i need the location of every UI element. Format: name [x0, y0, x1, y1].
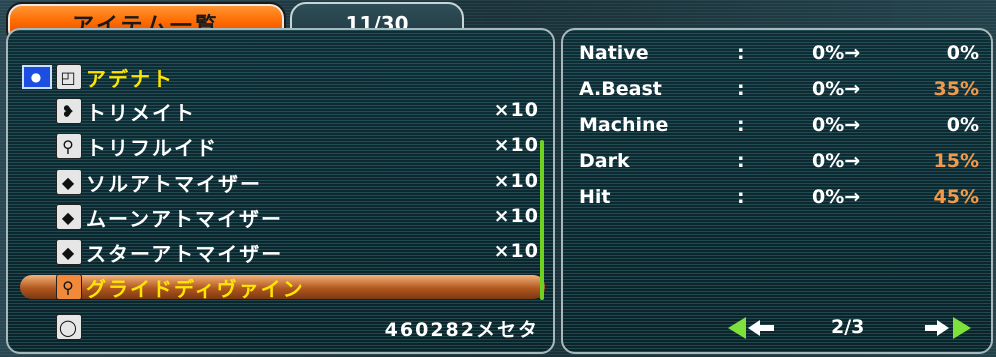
stat-before: 0%→ [812, 150, 861, 172]
stat-colon: : [737, 186, 745, 208]
stat-colon: : [737, 150, 745, 172]
next-page-button[interactable] [923, 316, 973, 340]
item-qty: ×10 [493, 240, 539, 262]
item-name: トリフルイド [86, 135, 218, 160]
item-list-panel: ● ◰ アデナト ❥ トリメイト ×10 ⚲ トリフルイド ×10 ◆ ソルアト… [6, 28, 555, 354]
item-name: スターアトマイザー [86, 241, 284, 266]
item-name: トリメイト [86, 100, 196, 125]
list-item[interactable]: ◆ ソルアトマイザー [56, 165, 262, 199]
stat-after: 0% [946, 42, 979, 64]
item-qty: ×10 [493, 205, 539, 227]
list-item[interactable]: ⚲ トリフルイド [56, 129, 218, 163]
card-icon: ● [22, 65, 52, 89]
stat-name: Machine [579, 114, 669, 136]
stat-row: Hit : 0%→ 45% [579, 186, 979, 216]
stat-name: Dark [579, 150, 630, 172]
stat-before: 0%→ [812, 42, 861, 64]
stat-after: 0% [946, 114, 979, 136]
stat-before: 0%→ [812, 114, 861, 136]
stat-row: Dark : 0%→ 15% [579, 150, 979, 180]
item-name: グライドディヴァイン [86, 276, 305, 301]
stat-before: 0%→ [812, 78, 861, 100]
item-qty: ×10 [493, 134, 539, 156]
list-item-selected[interactable]: ⚲ グライドディヴァイン [56, 270, 305, 304]
stat-colon: : [737, 42, 745, 64]
page-indicator: 2/3 [831, 316, 865, 338]
category-row[interactable]: ● ◰ アデナト [22, 60, 174, 94]
item-name: ソルアトマイザー [86, 171, 262, 196]
stat-name: A.Beast [579, 78, 662, 100]
atomizer-icon: ◆ [56, 204, 82, 230]
stat-colon: : [737, 114, 745, 136]
atomizer-icon: ◆ [56, 239, 82, 265]
category-label: アデナト [86, 66, 174, 91]
stat-name: Native [579, 42, 649, 64]
left-arrow-icon [728, 317, 774, 339]
flask-icon: ◰ [56, 64, 82, 90]
stat-name: Hit [579, 186, 611, 208]
money-value: 460282メセタ [384, 319, 539, 341]
dagger-icon: ❥ [56, 98, 82, 124]
stat-colon: : [737, 78, 745, 100]
item-name: ムーンアトマイザー [86, 206, 283, 231]
meseta-icon: ◯ [56, 314, 82, 340]
wand-icon: ⚲ [56, 274, 82, 300]
list-item[interactable]: ◆ ムーンアトマイザー [56, 200, 283, 234]
item-qty: ×10 [493, 170, 539, 192]
stat-after: 45% [933, 186, 979, 208]
atomizer-icon: ◆ [56, 169, 82, 195]
stat-before: 0%→ [812, 186, 861, 208]
prev-page-button[interactable] [728, 316, 778, 340]
stat-row: A.Beast : 0%→ 35% [579, 78, 979, 108]
right-arrow-icon [925, 317, 971, 339]
stats-panel: Native : 0%→ 0% A.Beast : 0%→ 35% Machin… [561, 28, 993, 354]
potion-icon: ⚲ [56, 133, 82, 159]
stat-row: Native : 0%→ 0% [579, 42, 979, 72]
stat-after: 15% [933, 150, 979, 172]
list-item[interactable]: ◆ スターアトマイザー [56, 235, 283, 269]
money-row: ◯ [56, 310, 86, 344]
scrollbar[interactable] [540, 140, 544, 300]
item-qty: ×10 [493, 99, 539, 121]
stat-after: 35% [933, 78, 979, 100]
stat-row: Machine : 0%→ 0% [579, 114, 979, 144]
list-item[interactable]: ❥ トリメイト [56, 94, 196, 128]
